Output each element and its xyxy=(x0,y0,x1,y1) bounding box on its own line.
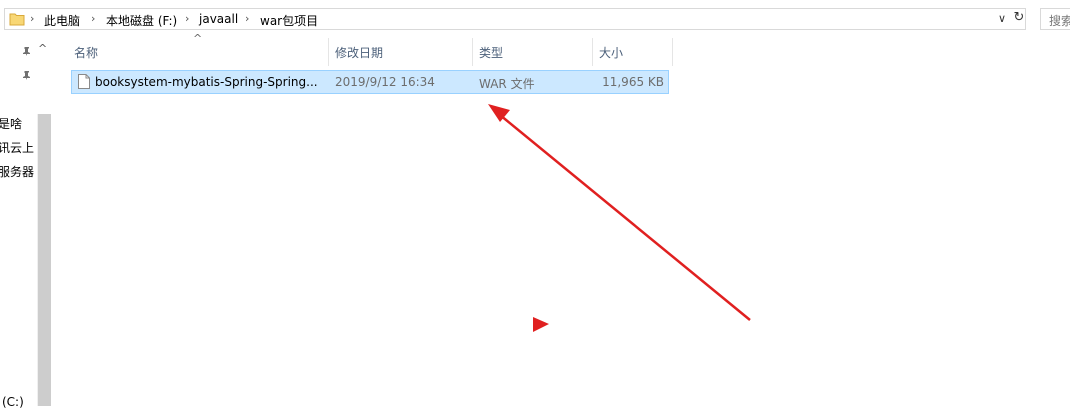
annotation-overlay xyxy=(488,104,751,332)
annotation-arrow-line xyxy=(499,114,751,321)
annotation-triangle xyxy=(533,317,549,332)
